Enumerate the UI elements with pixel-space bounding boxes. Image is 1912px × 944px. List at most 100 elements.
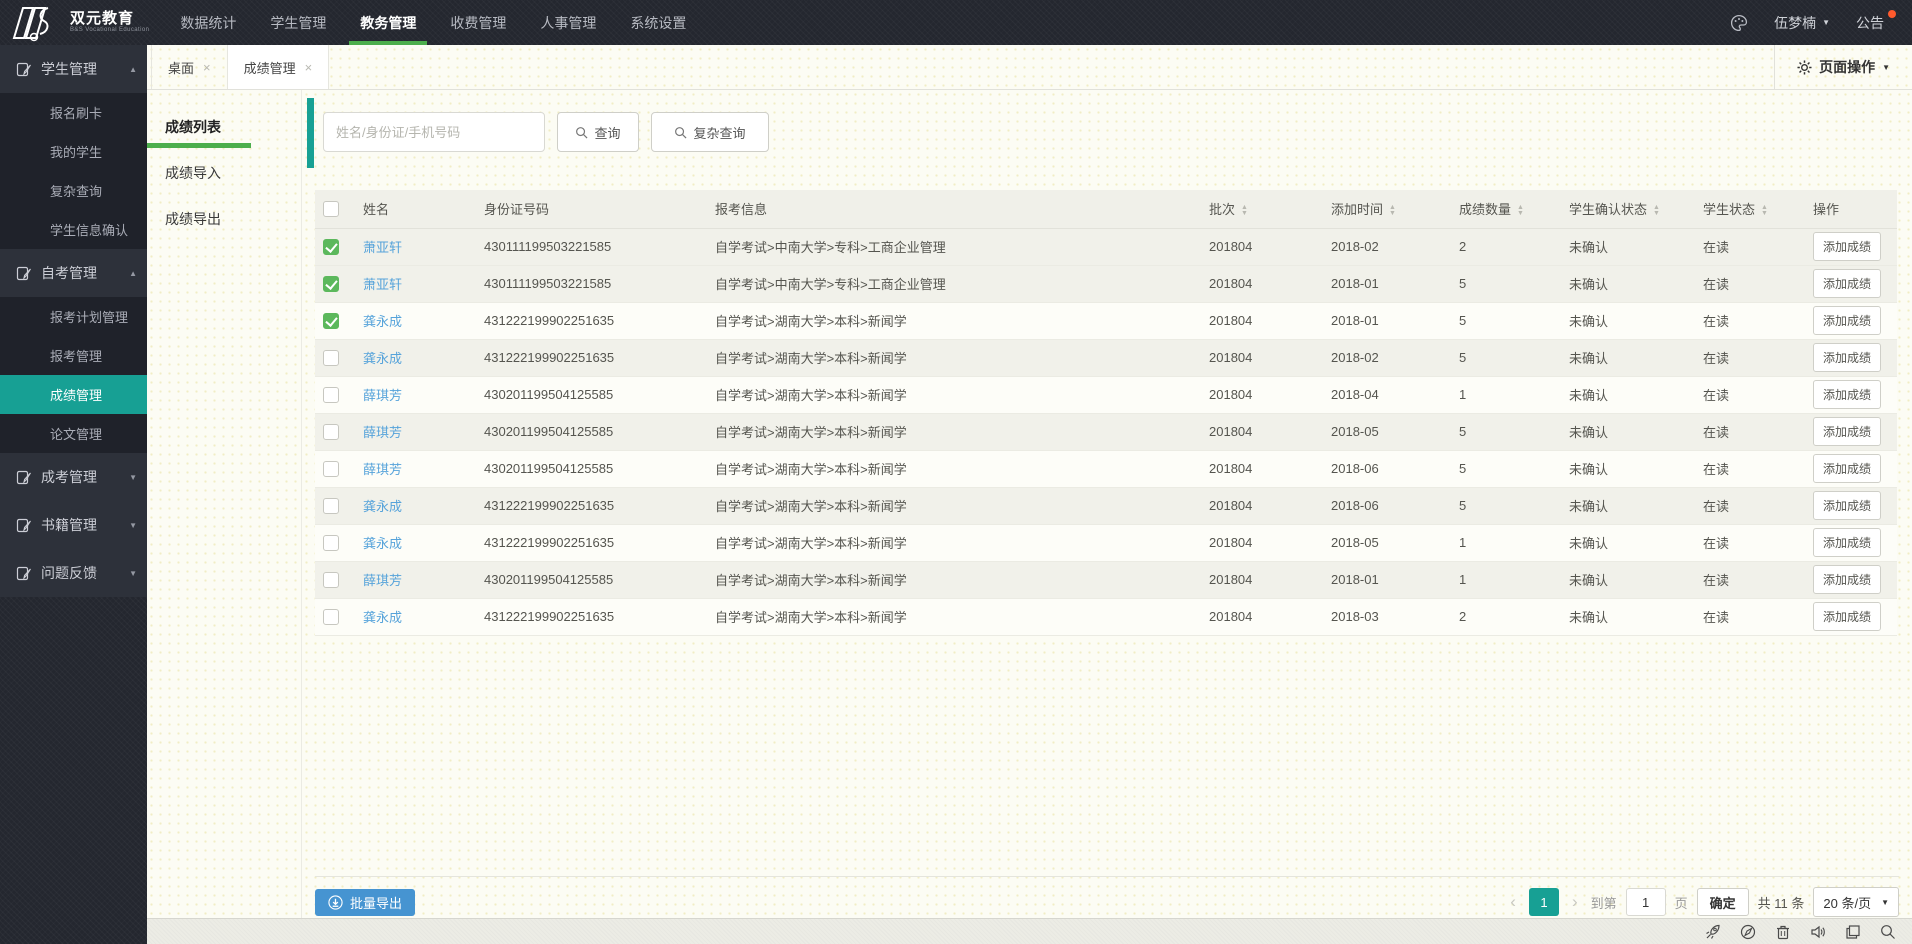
student-name-link[interactable]: 薛琪芳	[363, 388, 402, 403]
column-header[interactable]: 学生确认状态 ▲ ▼	[1561, 190, 1695, 229]
add-score-button[interactable]: 添加成绩	[1813, 380, 1882, 409]
add-score-button[interactable]: 添加成绩	[1813, 454, 1882, 483]
batch-export-button[interactable]: 批量导出	[315, 888, 416, 916]
table-row: 龚永成 431222199902251635 自学考试>湖南大学>本科>新闻学 20…	[315, 487, 1897, 525]
sidebar-section-header[interactable]: 学生管理 ▲	[0, 45, 147, 93]
search-icon[interactable]	[1880, 924, 1896, 940]
sidebar-item[interactable]: 报名刷卡	[0, 93, 147, 132]
subnav-item[interactable]: 成绩导出	[147, 196, 301, 242]
sidebar-item[interactable]: 报考计划管理	[0, 297, 147, 336]
row-checkbox[interactable]	[323, 460, 339, 477]
topnav-item[interactable]: 收费管理	[433, 0, 523, 45]
row-checkbox[interactable]	[323, 275, 339, 292]
column-header[interactable]: 批次 ▲ ▼	[1201, 190, 1323, 229]
sort-icon[interactable]: ▲ ▼	[1241, 204, 1248, 217]
topnav-item[interactable]: 数据统计	[163, 0, 253, 45]
app-logo[interactable]: 双元教育 B&S Vocational Education	[0, 4, 163, 42]
theme-palette-icon[interactable]	[1730, 14, 1748, 32]
add-score-button[interactable]: 添加成绩	[1813, 417, 1882, 446]
sidebar-item[interactable]: 学生信息确认	[0, 210, 147, 249]
notice-link[interactable]: 公告	[1856, 9, 1896, 33]
next-page-button[interactable]: ›	[1568, 889, 1582, 915]
sort-icon[interactable]: ▲ ▼	[1761, 204, 1768, 217]
goto-page-input[interactable]	[1625, 888, 1666, 916]
sort-icon[interactable]: ▲ ▼	[1389, 204, 1396, 217]
main-content: 查询 复杂查询 姓名身份证号码报考信息批次▲▼添加时间▲▼成绩数量▲▼学生确认状…	[302, 90, 1912, 918]
student-name-link[interactable]: 薛琪芳	[363, 573, 402, 588]
search-icon	[576, 126, 588, 138]
add-score-button[interactable]: 添加成绩	[1813, 306, 1882, 335]
page-actions-button[interactable]: 页面操作 ▼	[1774, 45, 1912, 89]
add-score-button[interactable]: 添加成绩	[1813, 269, 1882, 298]
column-header[interactable]: 学生状态 ▲ ▼	[1695, 190, 1805, 229]
row-checkbox[interactable]	[323, 497, 339, 514]
student-name-link[interactable]: 萧亚轩	[363, 277, 402, 292]
row-checkbox[interactable]	[323, 608, 339, 625]
sidebar-section-header[interactable]: 成考管理 ▼	[0, 453, 147, 501]
student-name-link[interactable]: 龚永成	[363, 536, 402, 551]
trash-icon[interactable]	[1775, 924, 1791, 940]
add-score-button[interactable]: 添加成绩	[1813, 528, 1882, 557]
table-row: 薛琪芳 430201199504125585 自学考试>湖南大学>本科>新闻学 20…	[315, 376, 1897, 414]
tab[interactable]: 桌面 ×	[151, 45, 228, 89]
sidebar-section-header[interactable]: 书籍管理 ▼	[0, 501, 147, 549]
subnav-item[interactable]: 成绩列表	[147, 104, 301, 150]
row-checkbox[interactable]	[323, 349, 339, 366]
page-unit-label: 页	[1674, 895, 1688, 911]
query-button[interactable]: 查询	[557, 112, 639, 152]
student-name-link[interactable]: 龚永成	[363, 610, 402, 625]
student-name-link[interactable]: 萧亚轩	[363, 240, 402, 255]
browser-icon[interactable]	[1740, 924, 1756, 940]
student-name-link[interactable]: 龚永成	[363, 314, 402, 329]
add-score-button[interactable]: 添加成绩	[1813, 232, 1882, 261]
user-menu[interactable]: 伍梦楠 ▼	[1774, 13, 1830, 33]
prev-page-button[interactable]: ‹	[1506, 889, 1520, 915]
sidebar-item[interactable]: 论文管理	[0, 414, 147, 453]
table-row: 薛琪芳 430201199504125585 自学考试>湖南大学>本科>新闻学 20…	[315, 413, 1897, 451]
sort-icon[interactable]: ▲ ▼	[1653, 204, 1660, 217]
row-checkbox[interactable]	[323, 534, 339, 551]
close-icon[interactable]: ×	[305, 60, 313, 75]
sort-icon[interactable]: ▲ ▼	[1517, 204, 1524, 217]
subnav-item[interactable]: 成绩导入	[147, 150, 301, 196]
topnav-item[interactable]: 人事管理	[523, 0, 613, 45]
select-all-checkbox[interactable]	[323, 200, 339, 217]
student-name-link[interactable]: 龚永成	[363, 351, 402, 366]
student-name-link[interactable]: 薛琪芳	[363, 425, 402, 440]
volume-icon[interactable]	[1810, 924, 1826, 940]
column-header[interactable]: 成绩数量 ▲ ▼	[1451, 190, 1561, 229]
section-caret-icon: ▲	[129, 64, 137, 74]
sidebar-section-header[interactable]: 自考管理 ▲	[0, 249, 147, 297]
row-checkbox[interactable]	[323, 386, 339, 403]
student-name-link[interactable]: 薛琪芳	[363, 462, 402, 477]
topnav-item[interactable]: 系统设置	[613, 0, 703, 45]
add-score-button[interactable]: 添加成绩	[1813, 343, 1882, 372]
user-name: 伍梦楠	[1774, 14, 1817, 31]
add-score-button[interactable]: 添加成绩	[1813, 491, 1882, 520]
tab[interactable]: 成绩管理 ×	[227, 45, 330, 89]
topnav-item[interactable]: 教务管理	[343, 0, 433, 45]
sidebar-section-header[interactable]: 问题反馈 ▼	[0, 549, 147, 597]
page-number-button[interactable]: 1	[1528, 888, 1559, 916]
add-score-button[interactable]: 添加成绩	[1813, 602, 1882, 631]
sidebar-item[interactable]: 报考管理	[0, 336, 147, 375]
sidebar-item[interactable]: 复杂查询	[0, 171, 147, 210]
goto-confirm-button[interactable]: 确定	[1696, 888, 1749, 916]
add-score-button[interactable]: 添加成绩	[1813, 565, 1882, 594]
row-checkbox[interactable]	[323, 238, 339, 255]
page-size-select[interactable]: 20 条/页 ▼	[1813, 887, 1899, 917]
row-checkbox[interactable]	[323, 423, 339, 440]
complex-query-button[interactable]: 复杂查询	[651, 112, 769, 152]
search-input[interactable]	[323, 112, 545, 152]
sidebar-item[interactable]: 成绩管理	[0, 375, 147, 414]
row-checkbox[interactable]	[323, 571, 339, 588]
sidebar-item[interactable]: 我的学生	[0, 132, 147, 171]
topnav-item[interactable]: 学生管理	[253, 0, 343, 45]
row-checkbox[interactable]	[323, 312, 339, 329]
student-name-link[interactable]: 龚永成	[363, 499, 402, 514]
batch-export-label: 批量导出	[350, 895, 403, 911]
rocket-icon[interactable]	[1705, 924, 1721, 940]
window-icon[interactable]	[1845, 924, 1861, 940]
close-icon[interactable]: ×	[203, 60, 211, 75]
column-header[interactable]: 添加时间 ▲ ▼	[1323, 190, 1451, 229]
